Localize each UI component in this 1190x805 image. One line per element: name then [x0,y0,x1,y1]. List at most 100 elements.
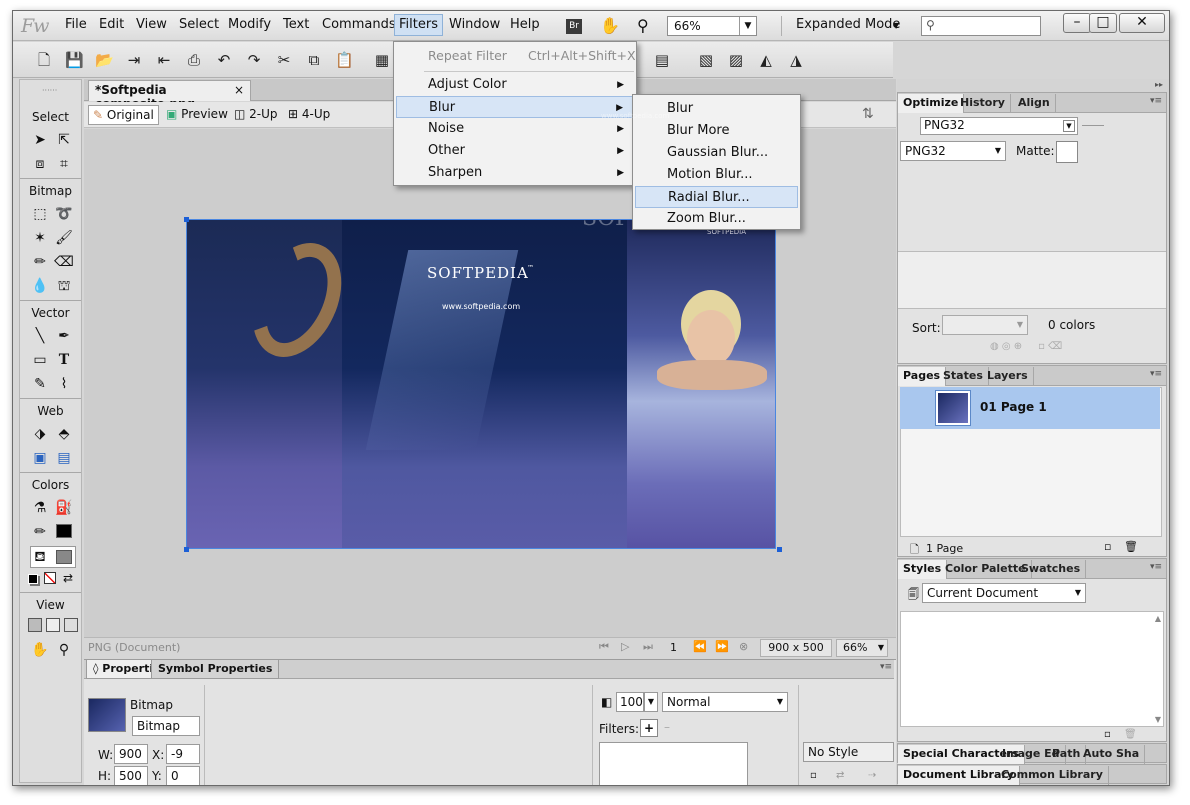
tab-auto-shape[interactable]: Auto Sha [1078,745,1146,764]
lasso-tool-icon[interactable]: ➰ [54,204,74,224]
play-icon[interactable]: ▷ [621,640,629,653]
sort-icon[interactable]: ⇅ [862,106,874,122]
chevron-down-icon[interactable]: ▼ [893,21,899,30]
panel-menu-icon[interactable]: ▾≡ [1150,96,1162,106]
menu-edit[interactable]: Edit [99,17,124,32]
menu-commands[interactable]: Commands [322,17,396,32]
print-icon[interactable]: ⎙ [185,51,203,69]
export-format-select[interactable]: PNG32 ▼ [920,117,1078,135]
text-tool-icon[interactable]: T [54,350,74,370]
selection-handle[interactable] [184,217,189,222]
filters-list[interactable] [599,742,748,785]
crop-tool-icon[interactable]: ⌗ [54,154,74,174]
menu-file[interactable]: File [65,17,87,32]
back-icon[interactable]: ▨ [727,51,745,69]
default-colors-icon[interactable] [28,574,38,584]
zoom-icon[interactable]: ⚲ [637,16,649,35]
menu-item-repeat-filter[interactable]: Repeat Filter [428,48,507,63]
workspace-mode[interactable]: Expanded Mode [796,17,900,32]
rectangle-tool-icon[interactable]: ▭ [30,350,50,370]
panel-menu-icon[interactable]: ▾≡ [1150,562,1162,572]
standard-screen-icon[interactable] [28,618,42,632]
redefine-style-icon[interactable]: ⇄ [836,770,844,781]
new-style-icon[interactable]: ▫ [810,770,817,781]
bridge-button[interactable]: Br [566,19,582,34]
tab-symbol-properties[interactable]: Symbol Properties [151,660,280,679]
brush-tool-icon[interactable]: 🖌 [54,228,74,248]
menu-select[interactable]: Select [179,17,219,32]
sort-select[interactable]: ▼ [942,315,1028,335]
new-style-icon[interactable]: ▫ [1104,729,1111,740]
align-icon[interactable]: ▤ [653,51,671,69]
help-search-input[interactable]: ⚲ [921,16,1041,36]
scale-tool-icon[interactable]: ⧈ [30,154,50,174]
menu-item-blur[interactable]: Blur ▶ [396,96,634,118]
menu-item-noise[interactable]: Noise ▶ [396,118,634,140]
tab-layers[interactable]: Layers [982,367,1034,386]
panel-menu-icon[interactable]: ▾≡ [1150,369,1162,379]
menu-item-adjust-color[interactable]: Adjust Color ▶ [396,74,634,96]
hotspot-tool-icon[interactable]: ⬗ [30,424,50,444]
minimize-button[interactable]: – [1063,13,1091,33]
zoom-select[interactable]: 66% ▼ [667,16,757,36]
tab-common-library[interactable]: Common Library [996,766,1109,785]
document-image[interactable]: SOFTPEDIA ™ www.softpedia.com SOFTPEDIA … [186,219,776,549]
flip-vertical-icon[interactable]: ◮ [787,51,805,69]
scroll-up-icon[interactable]: ▲ [1155,614,1161,623]
show-slices-icon[interactable]: ▤ [54,448,74,468]
new-document-icon[interactable]: 🗋 [35,51,53,69]
styles-source-select[interactable]: Current Document ▼ [922,583,1086,603]
freeform-tool-icon[interactable]: ✎ [30,374,50,394]
line-tool-icon[interactable]: ╲ [30,326,50,346]
tab-swatches[interactable]: Swatches [1016,560,1087,579]
copy-icon[interactable]: ⧉ [305,51,323,69]
stroke-color-swatch[interactable] [56,524,72,538]
eyedropper-tool-icon[interactable]: ⚗ [30,498,50,518]
pen-tool-icon[interactable]: ✒ [54,326,74,346]
pencil-tool-icon[interactable]: ✏ [30,252,50,272]
menu-help[interactable]: Help [510,17,540,32]
object-name-input[interactable]: Bitmap [132,716,200,736]
maximize-button[interactable]: □ [1089,13,1117,33]
group-icon[interactable]: ▦ [373,51,391,69]
selection-handle[interactable] [777,547,782,552]
swap-colors-icon[interactable]: ⇄ [58,568,78,588]
undo-icon[interactable]: ↶ [215,51,233,69]
hand-tool-icon[interactable]: ✋ [30,640,50,660]
first-frame-icon[interactable]: ⏮ [599,640,609,654]
page-row[interactable]: 01 Page 1 [900,387,1160,429]
import-icon[interactable]: ⇥ [125,51,143,69]
selection-handle[interactable] [184,547,189,552]
opacity-input[interactable]: 100 [616,692,644,712]
paint-bucket-icon[interactable]: ⛽ [54,498,74,518]
redo-icon[interactable]: ↷ [245,51,263,69]
magic-wand-icon[interactable]: ✶ [30,228,50,248]
width-input[interactable]: 900 [114,744,148,764]
save-icon[interactable]: 💾 [65,51,84,69]
document-tab[interactable]: *Softpedia composite.png × [88,80,251,111]
stamp-tool-icon[interactable]: ⛫ [54,276,74,296]
blur-tool-icon[interactable]: 💧 [30,276,50,296]
flip-horizontal-icon[interactable]: ◭ [757,51,775,69]
styles-list[interactable]: ▲ ▼ [900,611,1164,727]
menu-item-sharpen[interactable]: Sharpen ▶ [396,162,634,184]
close-button[interactable]: ✕ [1119,13,1165,33]
format-select[interactable]: PNG32 ▼ [900,141,1006,161]
blend-mode-select[interactable]: Normal ▼ [662,692,788,712]
menu-filters[interactable]: Filters [394,14,443,36]
knife-tool-icon[interactable]: ⌇ [54,374,74,394]
front-icon[interactable]: ▧ [697,51,715,69]
menu-window[interactable]: Window [449,17,500,32]
height-input[interactable]: 500 [114,766,148,785]
slice-tool-icon[interactable]: ⬘ [54,424,74,444]
menu-item-blur-more[interactable]: Blur More [635,120,798,142]
tab-history[interactable]: History [955,94,1011,113]
view-4up-button[interactable]: ⊞ 4-Up [284,105,334,125]
y-input[interactable]: 0 [166,766,200,785]
tab-align[interactable]: Align [1013,94,1056,113]
next-frame-icon[interactable]: ⏩ [715,640,729,653]
hand-icon[interactable]: ✋ [600,16,620,35]
menu-item-radial-blur[interactable]: Radial Blur... [635,186,798,208]
menu-item-motion-blur[interactable]: Motion Blur... [635,164,798,186]
break-style-icon[interactable]: ⇢ [868,770,876,781]
